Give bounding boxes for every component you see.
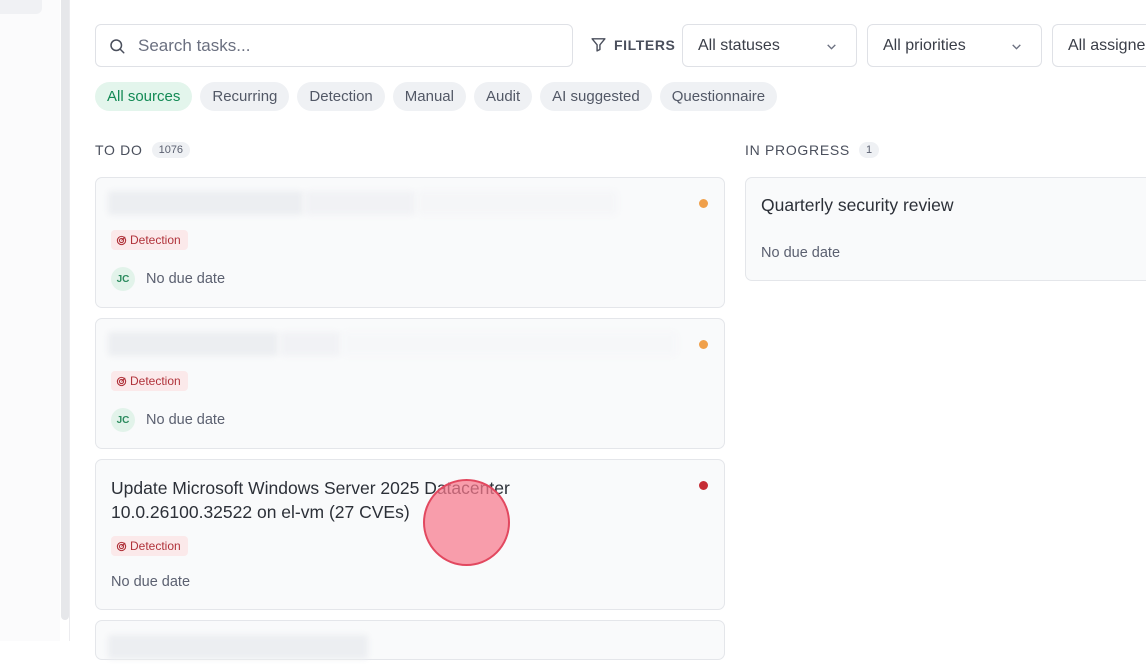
- task-card[interactable]: Update Microsoft Windows Server 2025 Dat…: [95, 459, 725, 610]
- target-icon: [116, 541, 127, 551]
- task-card[interactable]: [95, 620, 725, 660]
- due-date: No due date: [111, 574, 191, 590]
- avatar[interactable]: JC: [111, 267, 135, 291]
- task-title: Update Microsoft Windows Server 2025 Dat…: [111, 478, 510, 522]
- assignee-select-value: All assignees: [1068, 36, 1146, 54]
- detection-tag: Detection: [111, 230, 188, 250]
- chip-ai-suggested[interactable]: AI suggested: [540, 82, 652, 111]
- chip-audit[interactable]: Audit: [473, 82, 533, 111]
- status-select[interactable]: All statuses: [682, 24, 857, 67]
- sidebar-scrollbar[interactable]: [61, 0, 69, 620]
- task-meta: JC No due date: [111, 408, 225, 432]
- chip-recurring[interactable]: Recurring: [200, 82, 290, 111]
- chevron-down-icon: [827, 44, 836, 50]
- search-icon: [110, 38, 125, 53]
- priority-dot: [699, 340, 708, 349]
- tag-label: Detection: [130, 539, 181, 553]
- click-indicator: [423, 479, 510, 566]
- filters-label: FILTERS: [614, 36, 676, 53]
- filter-icon: [591, 38, 606, 52]
- due-date: No due date: [146, 271, 226, 287]
- target-icon: [116, 376, 127, 386]
- chevron-down-icon: [1012, 44, 1021, 50]
- chip-manual[interactable]: Manual: [392, 82, 466, 111]
- task-title: Quarterly security review: [761, 195, 954, 215]
- divider: [69, 0, 70, 641]
- task-card[interactable]: Quarterly security review No due date: [745, 177, 1146, 281]
- task-title-redacted: [108, 635, 370, 659]
- priority-dot: [699, 199, 708, 208]
- avatar[interactable]: JC: [111, 408, 135, 432]
- column-count-badge: 1076: [151, 142, 191, 158]
- task-title-redacted: [108, 191, 619, 215]
- task-meta: JC No due date: [111, 267, 225, 291]
- tag-label: Detection: [130, 374, 181, 388]
- todo-column-header: TO DO 1076: [95, 142, 191, 158]
- column-count-badge: 1: [858, 142, 880, 158]
- filters-button[interactable]: FILTERS: [590, 36, 676, 53]
- chip-questionnaire[interactable]: Questionnaire: [659, 82, 778, 111]
- source-filter-chips: All sources Recurring Detection Manual A…: [95, 82, 778, 111]
- search-box[interactable]: [95, 24, 573, 67]
- due-date: No due date: [761, 245, 841, 261]
- chip-detection[interactable]: Detection: [297, 82, 385, 111]
- status-select-value: All statuses: [698, 36, 780, 54]
- task-title-redacted: [108, 332, 679, 356]
- chip-all-sources[interactable]: All sources: [95, 82, 193, 111]
- search-input[interactable]: [136, 34, 540, 57]
- priority-dot: [699, 481, 708, 490]
- sidebar: [0, 0, 60, 641]
- priority-select[interactable]: All priorities: [867, 24, 1042, 67]
- tag-label: Detection: [130, 233, 181, 247]
- column-title: IN PROGRESS: [745, 142, 850, 158]
- column-title: TO DO: [95, 142, 143, 158]
- assignee-select[interactable]: All assignees: [1052, 24, 1146, 67]
- task-meta: No due date: [111, 574, 190, 590]
- target-icon: [116, 235, 127, 245]
- task-card[interactable]: Detection JC No due date: [95, 177, 725, 308]
- task-meta: No due date: [761, 245, 840, 261]
- task-card[interactable]: Detection JC No due date: [95, 318, 725, 449]
- in-progress-column-header: IN PROGRESS 1: [745, 142, 880, 158]
- priority-select-value: All priorities: [883, 36, 966, 54]
- due-date: No due date: [146, 412, 226, 428]
- sidebar-item[interactable]: [0, 0, 42, 14]
- detection-tag: Detection: [111, 536, 188, 556]
- detection-tag: Detection: [111, 371, 188, 391]
